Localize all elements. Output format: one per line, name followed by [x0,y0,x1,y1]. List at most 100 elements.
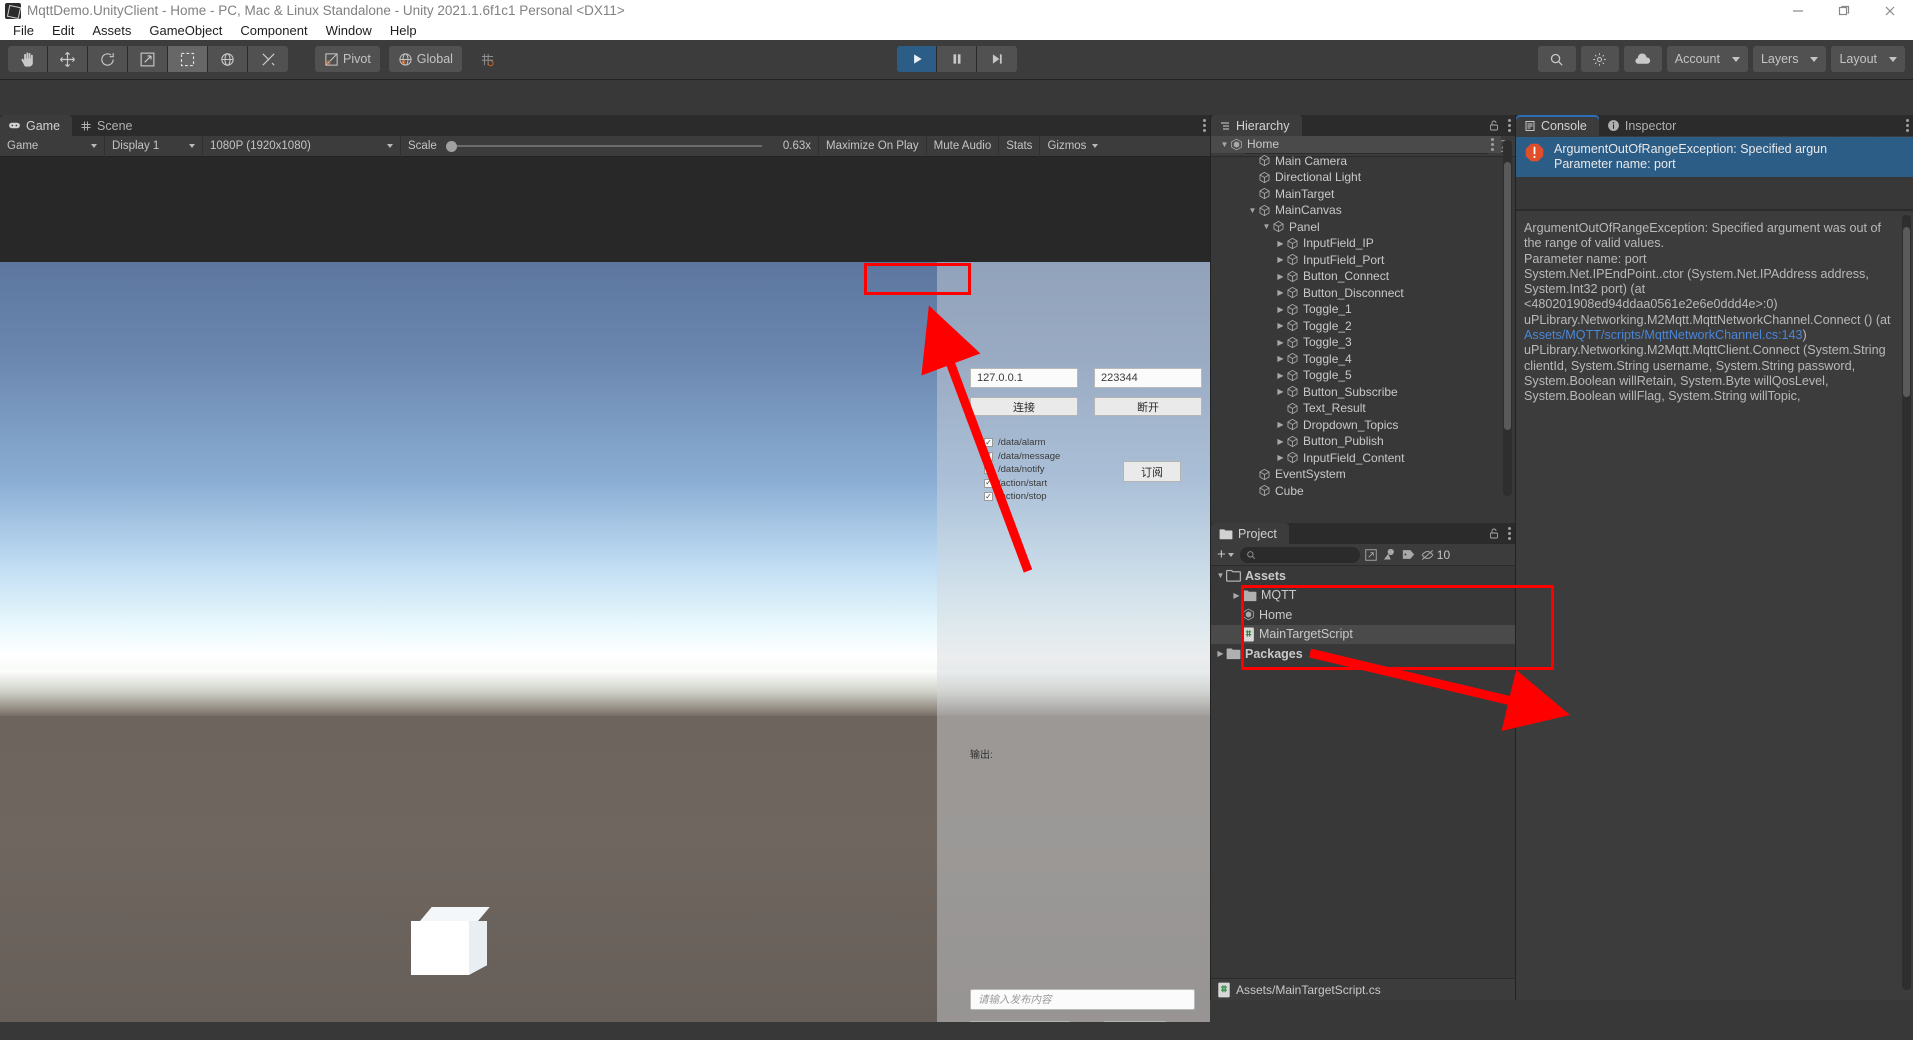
scale-slider-handle[interactable] [446,141,457,152]
grid-snap-button[interactable] [471,46,504,72]
chevron-down-icon[interactable]: ▼ [1261,222,1272,231]
console-scrollbar[interactable] [1902,215,1911,990]
maximize-button[interactable] [1821,0,1867,21]
filter-label-icon[interactable] [1401,547,1416,562]
minimize-button[interactable] [1775,0,1821,21]
global-toggle-button[interactable]: Global [389,46,462,72]
chevron-right-icon[interactable]: ▶ [1275,321,1286,330]
chevron-right-icon[interactable]: ▶ [1275,387,1286,396]
chevron-right-icon[interactable]: ▶ [1275,453,1286,462]
chevron-right-icon[interactable]: ▶ [1275,305,1286,314]
tab-hierarchy[interactable]: Hierarchy [1211,115,1302,136]
topic-toggle-2[interactable]: ✓ /data/message [984,451,1060,462]
cloud-icon[interactable] [1624,46,1662,72]
project-item-home[interactable]: Home [1211,605,1516,625]
menu-assets[interactable]: Assets [83,21,140,40]
menu-component[interactable]: Component [231,21,316,40]
checkbox-icon[interactable]: ✓ [984,452,993,461]
project-item-maintargetscript[interactable]: MainTargetScript [1211,625,1516,645]
scale-slider-group[interactable]: Scale 0.63x [401,136,819,157]
hierarchy-scrollbar[interactable] [1503,140,1512,496]
scale-slider[interactable] [446,140,762,152]
chevron-right-icon[interactable]: ▶ [1275,239,1286,248]
hierarchy-item-inputfield-ip[interactable]: ▶InputField_IP [1211,235,1501,252]
pause-button[interactable] [937,46,977,72]
console-entry[interactable]: ArgumentOutOfRangeException: Specified a… [1516,137,1913,177]
subscribe-button[interactable]: 订阅 [1123,461,1181,482]
scale-tool-button[interactable] [128,46,168,72]
tab-console[interactable]: Console [1516,115,1599,136]
hierarchy-item-maincanvas[interactable]: ▼MainCanvas [1211,202,1501,219]
lock-icon[interactable] [1488,527,1500,540]
hierarchy-item-toggle-3[interactable]: ▶Toggle_3 [1211,334,1501,351]
game-view-options[interactable] [1203,115,1206,136]
tab-scene[interactable]: Scene [72,115,144,136]
mute-audio-toggle[interactable]: Mute Audio [927,136,1000,157]
chevron-right-icon[interactable]: ▶ [1275,255,1286,264]
rect-tool-button[interactable] [168,46,208,72]
tab-project[interactable]: Project [1211,523,1289,544]
game-render-canvas[interactable]: 127.0.0.1 223344 连接 断开 ✓ /data/alarm ✓ /… [0,262,1210,1022]
chevron-right-icon[interactable]: ▶ [1275,338,1286,347]
chevron-right-icon[interactable]: ▶ [1275,354,1286,363]
menu-window[interactable]: Window [317,21,381,40]
hierarchy-item-toggle-1[interactable]: ▶Toggle_1 [1211,301,1501,318]
checkbox-icon[interactable]: ✓ [984,492,993,501]
checkbox-icon[interactable]: ✓ [984,479,993,488]
hierarchy-item-button-connect[interactable]: ▶Button_Connect [1211,268,1501,285]
close-button[interactable] [1867,0,1913,21]
ip-input[interactable]: 127.0.0.1 [970,368,1078,388]
kebab-menu-icon[interactable] [1906,119,1909,132]
topic-toggle-3[interactable]: ✓ /data/notify [984,464,1044,475]
hierarchy-item-toggle-4[interactable]: ▶Toggle_4 [1211,351,1501,368]
display-target-dropdown[interactable]: Game [0,136,105,157]
hierarchy-tree[interactable]: ▼HomeMain CameraDirectional LightMainTar… [1211,136,1501,500]
services-icon[interactable] [1581,46,1619,72]
checkbox-icon[interactable]: ✓ [984,465,993,474]
topic-toggle-4[interactable]: ✓ /action/start [984,478,1047,489]
hierarchy-item-text-result[interactable]: Text_Result [1211,400,1501,417]
expand-icon[interactable] [1364,548,1378,562]
chevron-down-icon[interactable]: ▼ [1219,140,1230,149]
hierarchy-item-dropdown-topics[interactable]: ▶Dropdown_Topics [1211,417,1501,434]
hierarchy-item-inputfield-content[interactable]: ▶InputField_Content [1211,450,1501,467]
maximize-on-play-toggle[interactable]: Maximize On Play [819,136,927,157]
topic-toggle-5[interactable]: ✓ /action/stop [984,491,1047,502]
publish-topic-dropdown[interactable]: /data/alarm ▾ [970,1021,1070,1022]
hierarchy-item-button-subscribe[interactable]: ▶Button_Subscribe [1211,384,1501,401]
chevron-right-icon[interactable]: ▶ [1231,591,1242,600]
filter-type-icon[interactable] [1382,547,1397,562]
chevron-right-icon[interactable]: ▶ [1275,272,1286,281]
hierarchy-item-home[interactable]: ▼Home [1211,136,1501,153]
move-tool-button[interactable] [48,46,88,72]
hierarchy-item-eventsystem[interactable]: EventSystem [1211,466,1501,483]
console-detail-link[interactable]: Assets/MQTT/scripts/MqttNetworkChannel.c… [1524,328,1803,342]
account-dropdown[interactable]: Account [1667,46,1748,72]
project-item-mqtt[interactable]: ▶MQTT [1211,586,1516,606]
hierarchy-item-toggle-5[interactable]: ▶Toggle_5 [1211,367,1501,384]
disconnect-button[interactable]: 断开 [1094,397,1202,416]
publish-button[interactable]: 发布 [1104,1021,1166,1022]
cube-object[interactable] [411,907,487,975]
hierarchy-item-cube[interactable]: Cube [1211,483,1501,500]
lock-icon[interactable] [1488,119,1500,132]
connect-button[interactable]: 连接 [970,397,1078,416]
project-tree[interactable]: ▼Assets▶MQTTHomeMainTargetScript▶Package… [1211,566,1516,978]
kebab-menu-icon[interactable] [1203,119,1206,132]
hierarchy-item-main-camera[interactable]: Main Camera [1211,153,1501,170]
layers-dropdown[interactable]: Layers [1753,46,1827,72]
port-input[interactable]: 223344 [1094,368,1202,388]
chevron-right-icon[interactable]: ▶ [1215,649,1226,658]
checkbox-icon[interactable]: ✓ [984,438,993,447]
topic-toggle-1[interactable]: ✓ /data/alarm [984,437,1046,448]
tab-game[interactable]: Game [0,115,72,136]
thumbnail-size-slider[interactable]: 10 [1420,548,1450,562]
gizmos-dropdown[interactable]: Gizmos [1040,136,1105,157]
console-entry-list[interactable]: ArgumentOutOfRangeException: Specified a… [1516,137,1913,209]
kebab-menu-icon[interactable] [1508,119,1511,132]
display-dropdown[interactable]: Display 1 [105,136,203,157]
kebab-menu-icon[interactable] [1491,138,1494,151]
hierarchy-item-toggle-2[interactable]: ▶Toggle_2 [1211,318,1501,335]
kebab-menu-icon[interactable] [1508,527,1511,540]
pivot-toggle-button[interactable]: Pivot [315,46,380,72]
